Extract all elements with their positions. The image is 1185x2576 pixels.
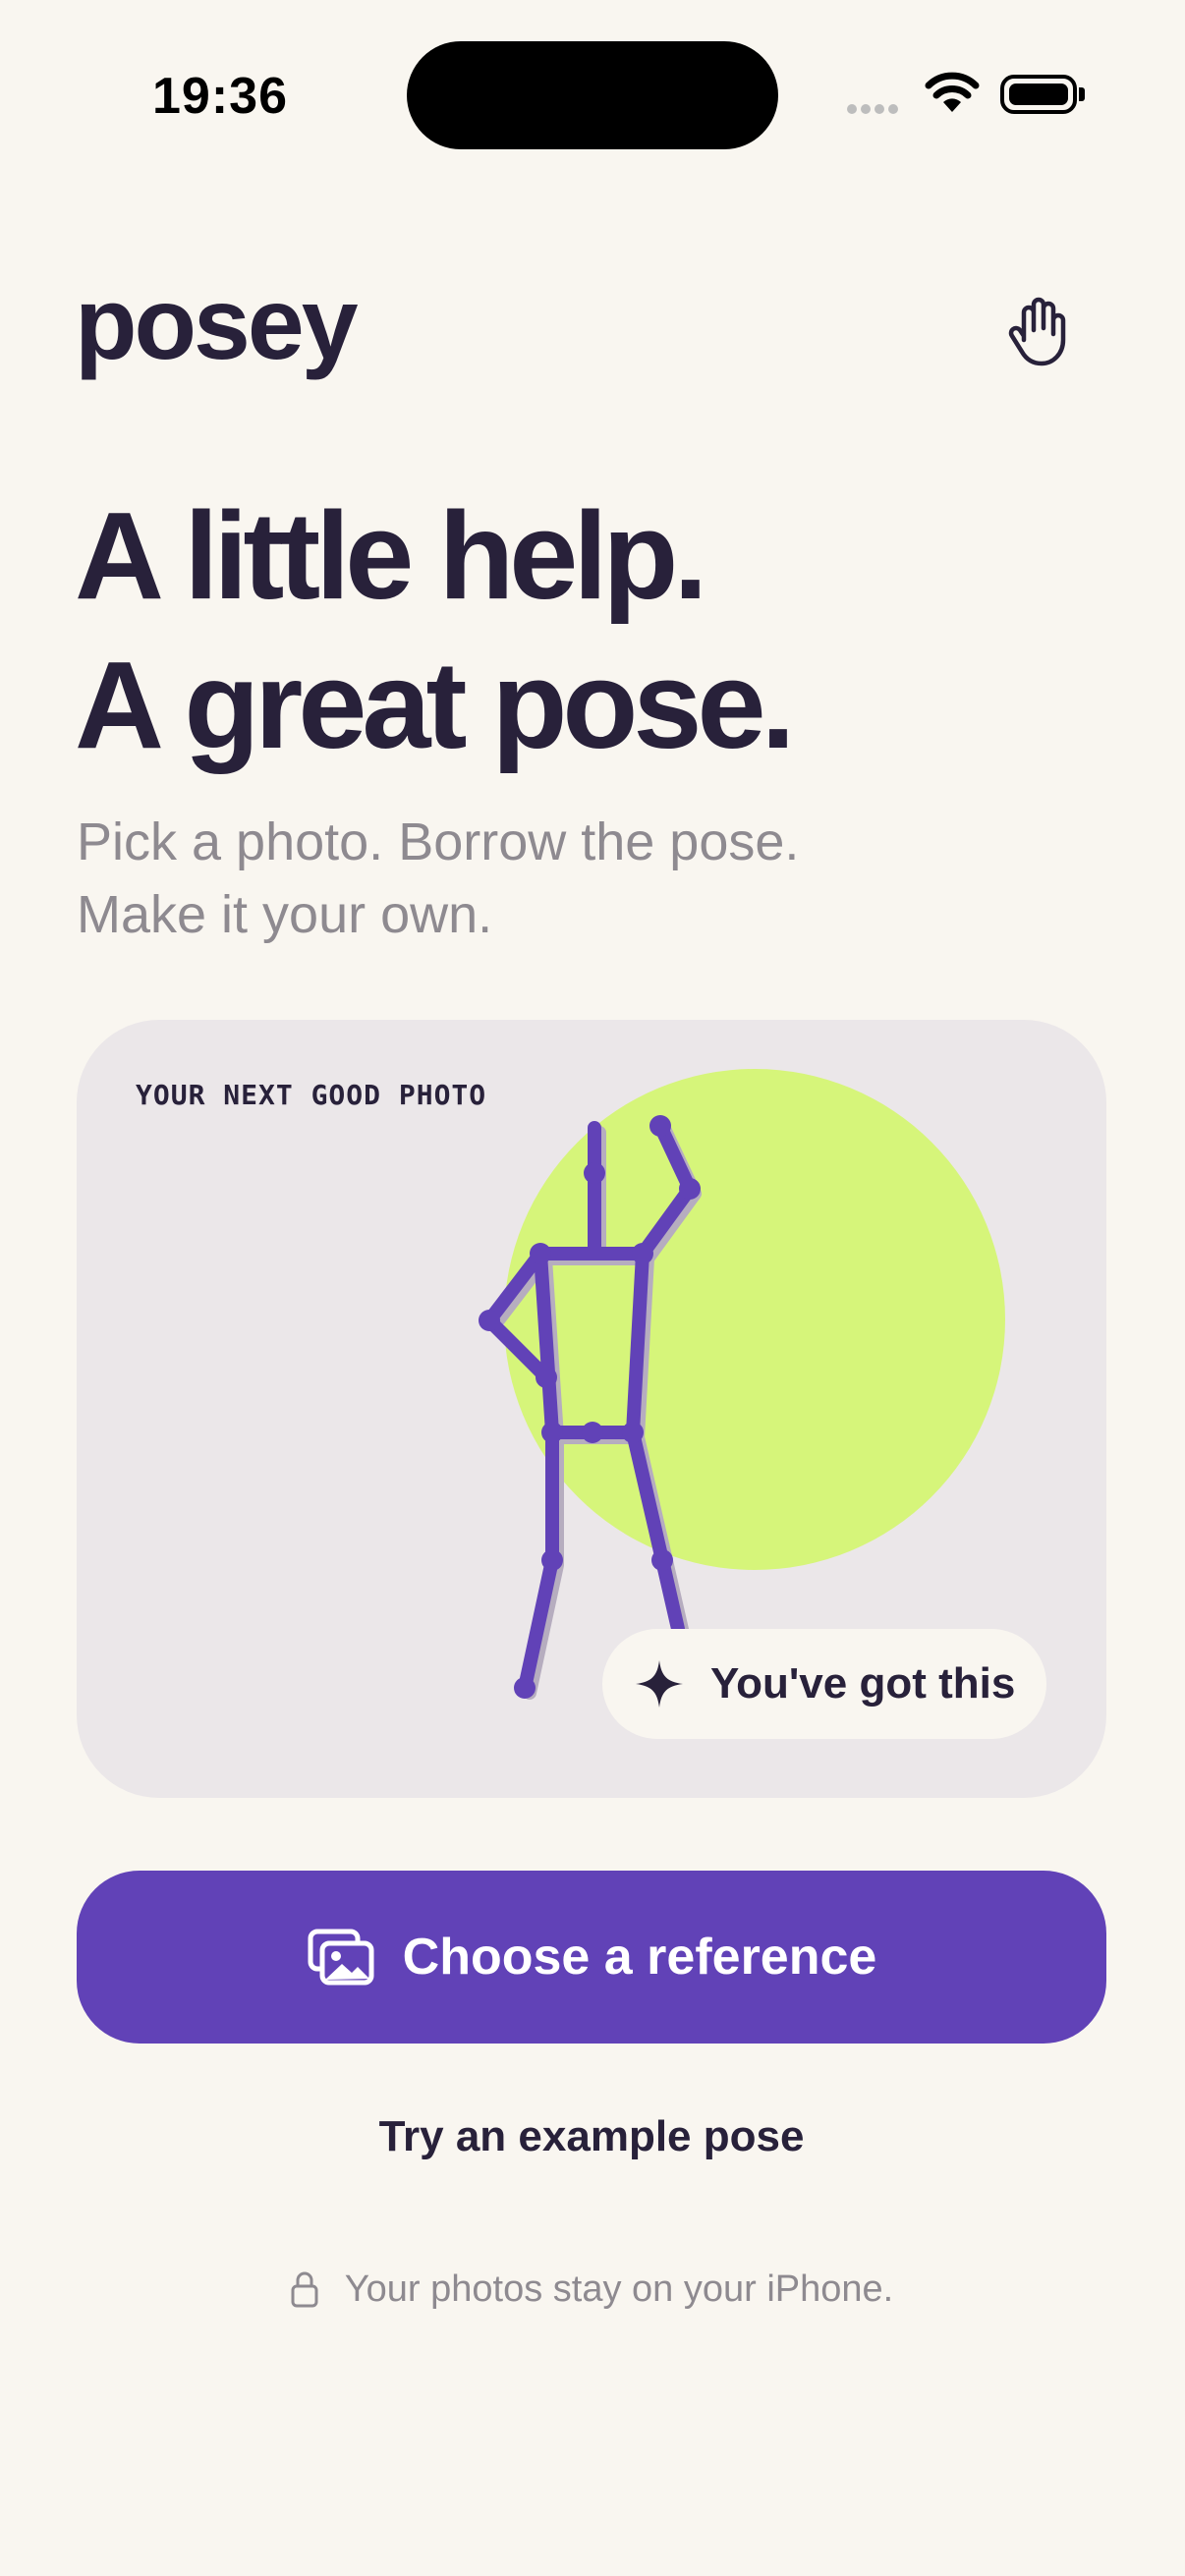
app-logo: posey bbox=[75, 267, 359, 381]
dynamic-island bbox=[407, 41, 778, 149]
subtitle: Pick a photo. Borrow the pose. Make it y… bbox=[77, 806, 799, 951]
headline-line-2: A great pose. bbox=[75, 636, 796, 774]
battery-icon bbox=[1000, 75, 1077, 114]
card-label: YOUR NEXT GOOD PHOTO bbox=[136, 1079, 487, 1111]
encouragement-toast: You've got this bbox=[602, 1629, 1046, 1739]
headline-line-1: A little help. bbox=[75, 486, 707, 625]
privacy-note: Your photos stay on your iPhone. bbox=[77, 2260, 1106, 2319]
lock-icon bbox=[291, 2271, 318, 2308]
try-example-pose-button[interactable]: Try an example pose bbox=[77, 2102, 1106, 2171]
photos-icon bbox=[308, 1929, 374, 1986]
battery-nub bbox=[1079, 87, 1085, 101]
hand-icon[interactable] bbox=[1002, 291, 1073, 369]
wifi-icon bbox=[925, 72, 980, 112]
lime-sun-circle bbox=[504, 1069, 1005, 1570]
headline: A little help. A great pose. bbox=[75, 481, 796, 780]
privacy-text: Your photos stay on your iPhone. bbox=[344, 2268, 894, 2310]
choose-reference-label: Choose a reference bbox=[402, 1929, 877, 1986]
pose-preview-card: YOUR NEXT GOOD PHOTO You've got this bbox=[77, 1020, 1106, 1798]
sparkle-icon bbox=[636, 1660, 683, 1708]
toast-text: You've got this bbox=[710, 1659, 1016, 1708]
status-time: 19:36 bbox=[152, 68, 288, 125]
choose-reference-button[interactable]: Choose a reference bbox=[77, 1871, 1106, 2044]
subtitle-line-2: Make it your own. bbox=[77, 885, 493, 944]
cellular-dots-icon bbox=[847, 101, 902, 119]
subtitle-line-1: Pick a photo. Borrow the pose. bbox=[77, 812, 800, 871]
